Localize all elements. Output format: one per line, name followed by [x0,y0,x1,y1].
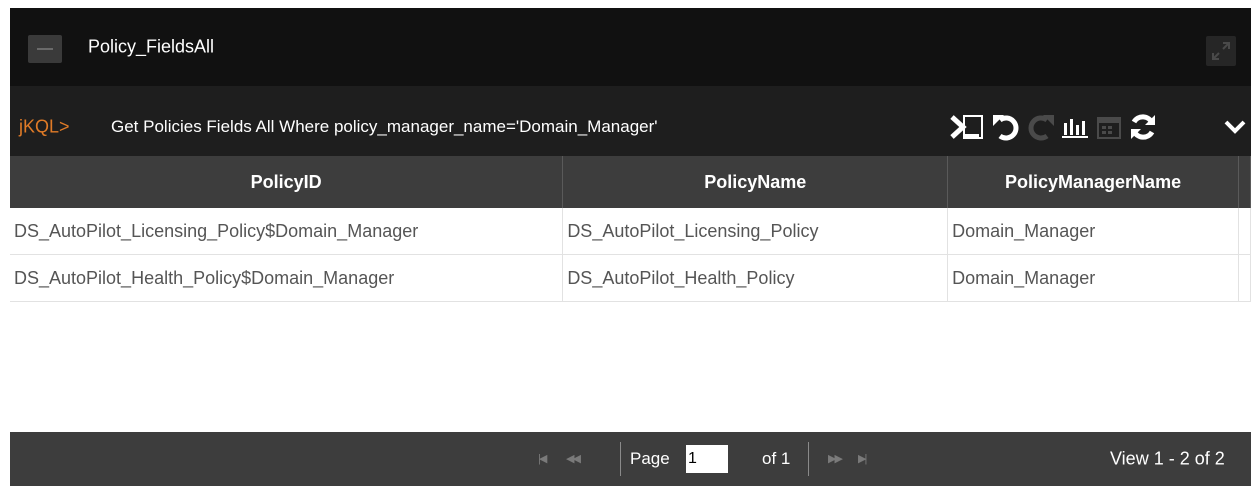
column-header-policyname[interactable]: PolicyName [562,156,949,208]
table-cell[interactable]: Domain_Manager [947,208,1239,255]
pager-separator [620,442,621,476]
calendar-icon[interactable] [1094,111,1124,143]
chevron-down-icon[interactable] [1222,111,1248,143]
undo-icon[interactable] [990,111,1022,143]
last-page-icon[interactable]: ▶| [858,452,867,465]
pager-bar: |◀ ◀◀ Page of 1 ▶▶ ▶| View 1 - 2 of 2 [10,432,1251,486]
table-cell[interactable]: DS_AutoPilot_Licensing_Policy$Domain_Man… [10,208,564,255]
next-page-icon[interactable]: ▶▶ [828,452,843,465]
record-count-label: View 1 - 2 of 2 [1110,448,1225,469]
table-cell-filler [1238,254,1251,302]
table-cell[interactable]: DS_AutoPilot_Licensing_Policy [562,208,949,255]
results-table: PolicyID PolicyName PolicyManagerName DS… [10,156,1251,302]
prev-page-icon[interactable]: ◀◀ [566,452,581,465]
page-count-label: of 1 [762,449,791,468]
expand-icon[interactable] [1206,36,1236,66]
table-cell-filler [1238,208,1251,255]
panel-titlebar: Policy_FieldsAll [10,8,1251,86]
panel-title: Policy_FieldsAll [88,36,215,57]
minus-icon[interactable] [28,35,62,63]
query-result-panel: Policy_FieldsAll jKQL> Get Policies Fiel… [10,8,1251,486]
terminal-icon[interactable] [948,111,984,143]
pager-separator [808,442,809,476]
page-number-input[interactable] [686,445,728,473]
table-header-row: PolicyID PolicyName PolicyManagerName [10,156,1251,208]
column-header-policyid[interactable]: PolicyID [10,156,564,208]
column-header-filler [1238,156,1251,208]
table-cell[interactable]: DS_AutoPilot_Health_Policy$Domain_Manage… [10,254,564,302]
query-bar: jKQL> Get Policies Fields All Where poli… [10,98,1251,156]
table-cell[interactable]: Domain_Manager [947,254,1239,302]
table-row[interactable]: DS_AutoPilot_Licensing_Policy$Domain_Man… [10,208,1251,255]
page-label: Page [630,449,670,468]
table-row[interactable]: DS_AutoPilot_Health_Policy$Domain_Manage… [10,254,1251,302]
query-text[interactable]: Get Policies Fields All Where policy_man… [111,117,658,137]
results-grid: PolicyID PolicyName PolicyManagerName DS… [10,156,1251,432]
column-header-policymanagername[interactable]: PolicyManagerName [947,156,1239,208]
first-page-icon[interactable]: |◀ [538,452,547,465]
table-cell[interactable]: DS_AutoPilot_Health_Policy [562,254,949,302]
redo-icon[interactable] [1025,111,1057,143]
refresh-icon[interactable] [1126,111,1160,143]
query-prompt: jKQL> [19,116,70,137]
bar-chart-icon[interactable] [1060,111,1090,143]
